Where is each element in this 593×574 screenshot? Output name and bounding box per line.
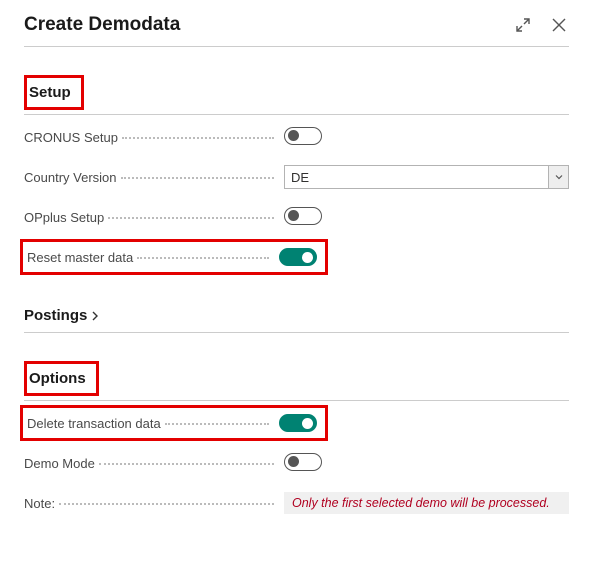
select-country-version[interactable]: DE — [284, 165, 569, 189]
row-country-version: Country Version DE — [24, 159, 569, 195]
toggle-reset-master[interactable] — [279, 248, 317, 266]
section-postings: Postings — [24, 303, 569, 333]
row-cronus-setup: CRONUS Setup — [24, 119, 569, 155]
label-country-version: Country Version — [24, 170, 121, 185]
select-value: DE — [291, 170, 309, 185]
dots — [108, 217, 274, 219]
dots — [137, 257, 269, 259]
dots — [165, 423, 269, 425]
label-demo-mode: Demo Mode — [24, 456, 99, 471]
row-note: Note: Only the first selected demo will … — [24, 485, 569, 521]
close-icon[interactable] — [549, 15, 569, 35]
label-reset-master: Reset master data — [27, 250, 137, 265]
dots — [122, 137, 274, 139]
chevron-right-icon — [89, 310, 101, 322]
dots — [99, 463, 274, 465]
highlight-options-title: Options — [24, 361, 99, 396]
label-note: Note: — [24, 496, 59, 511]
toggle-opplus-setup[interactable] — [284, 207, 322, 225]
divider — [24, 400, 569, 401]
expand-icon[interactable] — [513, 15, 533, 35]
row-delete-transaction: Delete transaction data — [24, 405, 569, 441]
label-cronus-setup: CRONUS Setup — [24, 130, 122, 145]
section-title-options[interactable]: Options — [29, 366, 90, 391]
row-opplus-setup: OPplus Setup — [24, 199, 569, 235]
header-actions — [513, 15, 569, 35]
row-demo-mode: Demo Mode — [24, 445, 569, 481]
dots — [121, 177, 275, 179]
note-text: Only the first selected demo will be pro… — [284, 492, 569, 514]
divider — [24, 114, 569, 115]
section-options: Options Delete transaction data Demo Mod… — [24, 361, 569, 521]
dots — [59, 503, 274, 505]
highlight-reset-master: Reset master data — [20, 239, 328, 275]
toggle-cronus-setup[interactable] — [284, 127, 322, 145]
highlight-setup-title: Setup — [24, 75, 84, 110]
section-title-setup[interactable]: Setup — [29, 80, 75, 105]
highlight-delete-transaction: Delete transaction data — [20, 405, 328, 441]
section-setup: Setup CRONUS Setup Country Version DE — [24, 75, 569, 275]
chevron-down-icon — [548, 166, 568, 188]
label-opplus-setup: OPplus Setup — [24, 210, 108, 225]
toggle-delete-transaction[interactable] — [279, 414, 317, 432]
dialog-header: Create Demodata — [24, 14, 569, 47]
row-reset-master: Reset master data — [24, 239, 569, 275]
section-title-postings-text: Postings — [24, 307, 87, 324]
dialog-title: Create Demodata — [24, 14, 180, 36]
section-title-postings[interactable]: Postings — [24, 303, 105, 328]
divider — [24, 332, 569, 333]
label-delete-transaction: Delete transaction data — [27, 416, 165, 431]
toggle-demo-mode[interactable] — [284, 453, 322, 471]
